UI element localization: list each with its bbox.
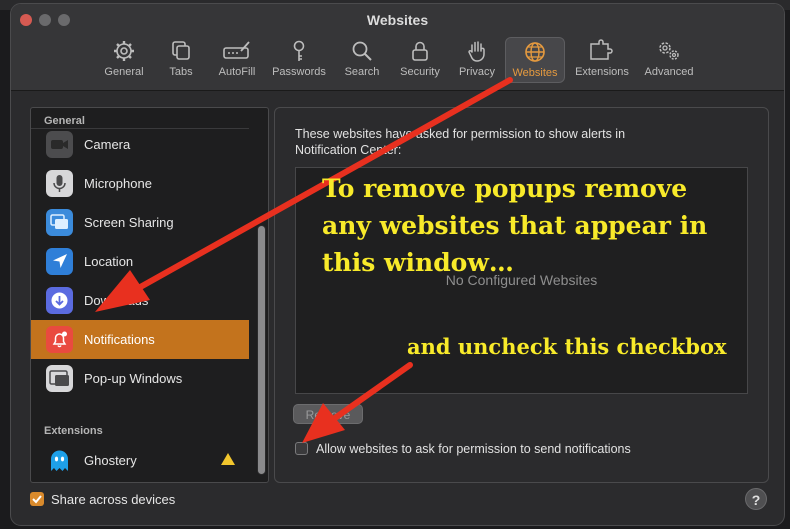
toolbar-general-label: General (104, 66, 144, 78)
toolbar-privacy-label: Privacy (458, 66, 496, 78)
sidebar-item-ghostery[interactable]: Ghostery (31, 441, 249, 480)
sidebar-list: General Camera Microphone Screen Sharing… (30, 107, 269, 483)
window-title: Websites (366, 12, 429, 28)
notifications-panel: These websites have asked for permission… (274, 107, 769, 483)
location-icon (46, 248, 73, 275)
screen-sharing-icon (46, 209, 73, 236)
annotation-line: any websites that appear in (322, 211, 708, 240)
annotation-instructions: To remove popups remove any websites tha… (322, 170, 707, 281)
tabs-icon (172, 41, 190, 60)
sidebar-item-camera[interactable]: Camera (31, 125, 249, 164)
camera-icon (46, 131, 73, 158)
toolbar-passwords-label: Passwords (272, 66, 326, 78)
sidebar-item-label: Camera (84, 137, 131, 152)
toolbar-extensions[interactable]: Extensions (570, 37, 634, 83)
sidebar-item-label: Downloads (84, 293, 149, 308)
annotation-line: this window… (322, 248, 514, 277)
gear-icon (114, 41, 134, 61)
help-button[interactable]: ? (745, 488, 767, 510)
toolbar-advanced-label: Advanced (644, 66, 694, 78)
permission-description: These websites have asked for permission… (295, 127, 626, 157)
toolbar-tabs[interactable]: Tabs (161, 37, 201, 83)
toolbar-search[interactable]: Search (339, 37, 385, 83)
checkmark-icon (32, 495, 42, 504)
toolbar-websites[interactable]: Websites (505, 37, 565, 83)
toolbar-security-label: Security (400, 66, 440, 78)
toolbar-general[interactable]: General (94, 37, 154, 83)
sidebar-extensions-header: Extensions (44, 425, 103, 437)
sidebar-item-label: Screen Sharing (84, 215, 174, 230)
share-across-devices-label: Share across devices (51, 492, 176, 507)
sidebar-item-label: Ghostery (84, 453, 137, 468)
notifications-bell-icon (46, 326, 73, 353)
toolbar-passwords[interactable]: Passwords (269, 37, 329, 83)
annotation-checkbox-instruction: and uncheck this checkbox (407, 334, 727, 359)
sidebar-item-popup-windows[interactable]: Pop-up Windows (31, 359, 249, 398)
sidebar-item-notifications[interactable]: Notifications (31, 320, 249, 359)
sidebar-item-location[interactable]: Location (31, 242, 249, 281)
sidebar-item-label: Pop-up Windows (84, 371, 183, 386)
preferences-toolbar: General Tabs AutoFill Passwords Search S… (11, 37, 784, 83)
key-icon (293, 40, 305, 61)
sidebar-item-label: Microphone (84, 176, 152, 191)
toolbar-search-label: Search (344, 66, 380, 78)
sidebar-item-label: Location (84, 254, 134, 269)
toolbar-privacy[interactable]: Privacy (452, 37, 502, 83)
warning-icon (221, 453, 235, 465)
remove-button[interactable]: Remove (293, 404, 363, 424)
sidebar-item-microphone[interactable]: Microphone (31, 164, 249, 203)
lock-icon (412, 41, 428, 61)
toolbar-autofill[interactable]: AutoFill (212, 37, 262, 83)
globe-icon (525, 42, 545, 62)
autofill-icon (223, 41, 250, 59)
toolbar-websites-label: Websites (512, 67, 558, 79)
allow-notifications-label: Allow websites to ask for permission to … (316, 442, 631, 456)
sidebar-scrollbar-thumb[interactable] (258, 226, 265, 474)
puzzle-icon (590, 39, 613, 60)
popup-windows-icon (46, 365, 73, 392)
titlebar: Websites General Tabs AutoFill Passwords… (11, 4, 784, 91)
toolbar-advanced[interactable]: Advanced (639, 37, 699, 83)
toolbar-autofill-label: AutoFill (218, 66, 256, 78)
microphone-icon (46, 170, 73, 197)
toolbar-extensions-label: Extensions (575, 66, 629, 78)
sidebar-item-downloads[interactable]: Downloads (31, 281, 249, 320)
sidebar-item-screen-sharing[interactable]: Screen Sharing (31, 203, 249, 242)
search-icon (352, 41, 372, 61)
share-across-devices-checkbox[interactable] (30, 492, 44, 506)
downloads-icon (46, 287, 73, 314)
toolbar-security[interactable]: Security (393, 37, 447, 83)
allow-notifications-checkbox[interactable] (295, 442, 308, 455)
ghostery-icon (46, 447, 73, 474)
hand-icon (468, 41, 485, 62)
sidebar-item-label: Notifications (84, 332, 155, 347)
gears-icon (659, 42, 679, 60)
toolbar-tabs-label: Tabs (169, 66, 193, 78)
annotation-line: To remove popups remove (322, 174, 688, 203)
